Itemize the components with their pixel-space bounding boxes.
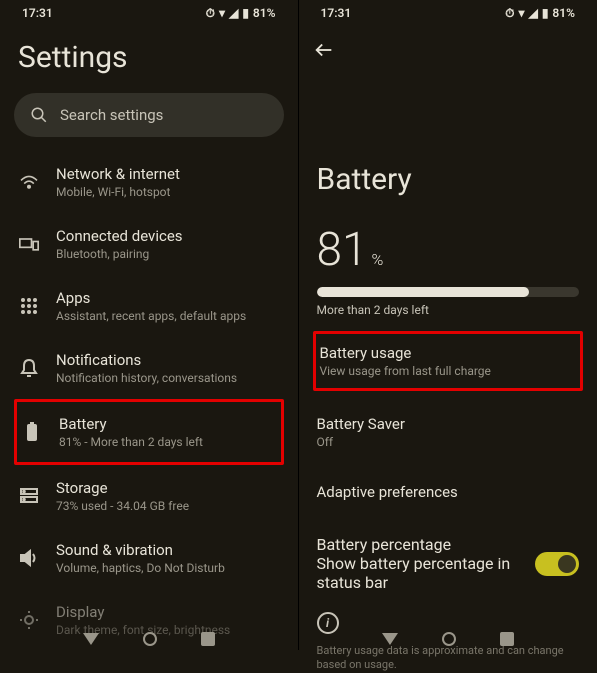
search-input[interactable]: Search settings	[14, 93, 284, 137]
bell-icon	[18, 358, 40, 378]
brightness-icon	[18, 610, 40, 630]
nav-bar	[299, 632, 597, 646]
footer-note: Battery usage data is approximate and ca…	[313, 644, 584, 673]
wifi-icon: ▾	[219, 6, 225, 20]
nav-bar	[0, 632, 298, 646]
battery-estimate: More than 2 days left	[317, 303, 580, 317]
search-placeholder: Search settings	[60, 106, 163, 124]
signal-icon: ◢	[229, 6, 238, 20]
settings-list: Network & internetMobile, Wi-Fi, hotspot…	[14, 151, 284, 651]
status-icons: ⏱ ▾ ◢ ▮ 81%	[206, 6, 276, 21]
storage-icon	[18, 488, 40, 504]
alarm-icon: ⏱	[505, 6, 514, 21]
battery-icon	[21, 422, 43, 442]
status-time: 17:31	[22, 6, 53, 20]
battery-icon: ▮	[542, 6, 549, 20]
search-icon	[30, 106, 48, 124]
apps-icon	[18, 297, 40, 315]
list-item-apps[interactable]: AppsAssistant, recent apps, default apps	[14, 275, 284, 337]
battery-screen: 17:31 ⏱ ▾ ◢ ▮ 81% Battery 81% More than …	[299, 0, 597, 650]
nav-home-icon[interactable]	[143, 632, 157, 646]
wifi-icon: ▾	[519, 6, 525, 20]
alarm-icon: ⏱	[206, 6, 215, 21]
battery-bar	[317, 287, 580, 297]
status-icons: ⏱ ▾ ◢ ▮ 81%	[505, 6, 575, 21]
list-item-network[interactable]: Network & internetMobile, Wi-Fi, hotspot	[14, 151, 284, 213]
page-title: Battery	[317, 162, 584, 197]
status-battery-pct: 81%	[552, 6, 575, 20]
list-item-notifications[interactable]: NotificationsNotification history, conve…	[14, 337, 284, 399]
battery-icon: ▮	[242, 6, 249, 20]
settings-screen: 17:31 ⏱ ▾ ◢ ▮ 81% Settings Search settin…	[0, 0, 299, 650]
status-bar: 17:31 ⏱ ▾ ◢ ▮ 81%	[14, 0, 284, 26]
status-bar: 17:31 ⏱ ▾ ◢ ▮ 81%	[313, 0, 584, 26]
status-time: 17:31	[321, 6, 352, 20]
nav-recent-icon[interactable]	[500, 632, 514, 646]
battery-percent: 81%	[317, 223, 584, 277]
item-battery-saver[interactable]: Battery Saver Off	[313, 405, 584, 459]
list-item-connected-devices[interactable]: Connected devicesBluetooth, pairing	[14, 213, 284, 275]
item-adaptive-preferences[interactable]: Adaptive preferences	[313, 473, 584, 511]
item-battery-usage[interactable]: Battery usage View usage from last full …	[313, 331, 584, 391]
list-item-battery[interactable]: Battery81% - More than 2 days left	[14, 399, 284, 465]
back-button[interactable]	[313, 30, 584, 70]
nav-back-icon[interactable]	[83, 633, 99, 645]
toggle-battery-percentage[interactable]	[535, 552, 579, 576]
status-battery-pct: 81%	[253, 6, 276, 20]
nav-recent-icon[interactable]	[201, 632, 215, 646]
devices-icon	[18, 236, 40, 252]
sound-icon	[18, 549, 40, 567]
page-title: Settings	[18, 40, 284, 75]
item-battery-percentage[interactable]: Battery percentage Show battery percenta…	[313, 525, 584, 602]
info-icon[interactable]: i	[317, 612, 339, 634]
list-item-storage[interactable]: Storage73% used - 34.04 GB free	[14, 465, 284, 527]
nav-home-icon[interactable]	[442, 632, 456, 646]
nav-back-icon[interactable]	[382, 633, 398, 645]
wifi-icon	[18, 174, 40, 190]
list-item-sound[interactable]: Sound & vibrationVolume, haptics, Do Not…	[14, 527, 284, 589]
signal-icon: ◢	[529, 6, 538, 20]
